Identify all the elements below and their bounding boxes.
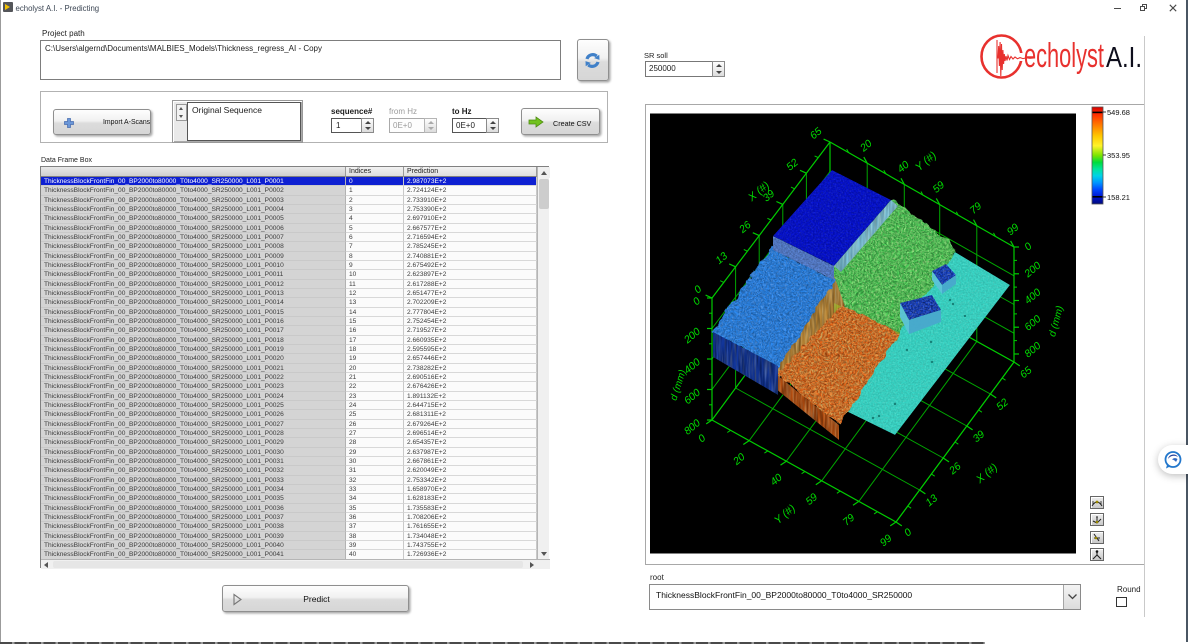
svg-text:A.I.: A.I. [1106,42,1142,74]
svg-text:549.68: 549.68 [1107,108,1130,117]
svg-text:echolyst: echolyst [1024,37,1104,75]
svg-text:158.21: 158.21 [1107,193,1130,202]
svg-text:353.95: 353.95 [1107,151,1130,160]
